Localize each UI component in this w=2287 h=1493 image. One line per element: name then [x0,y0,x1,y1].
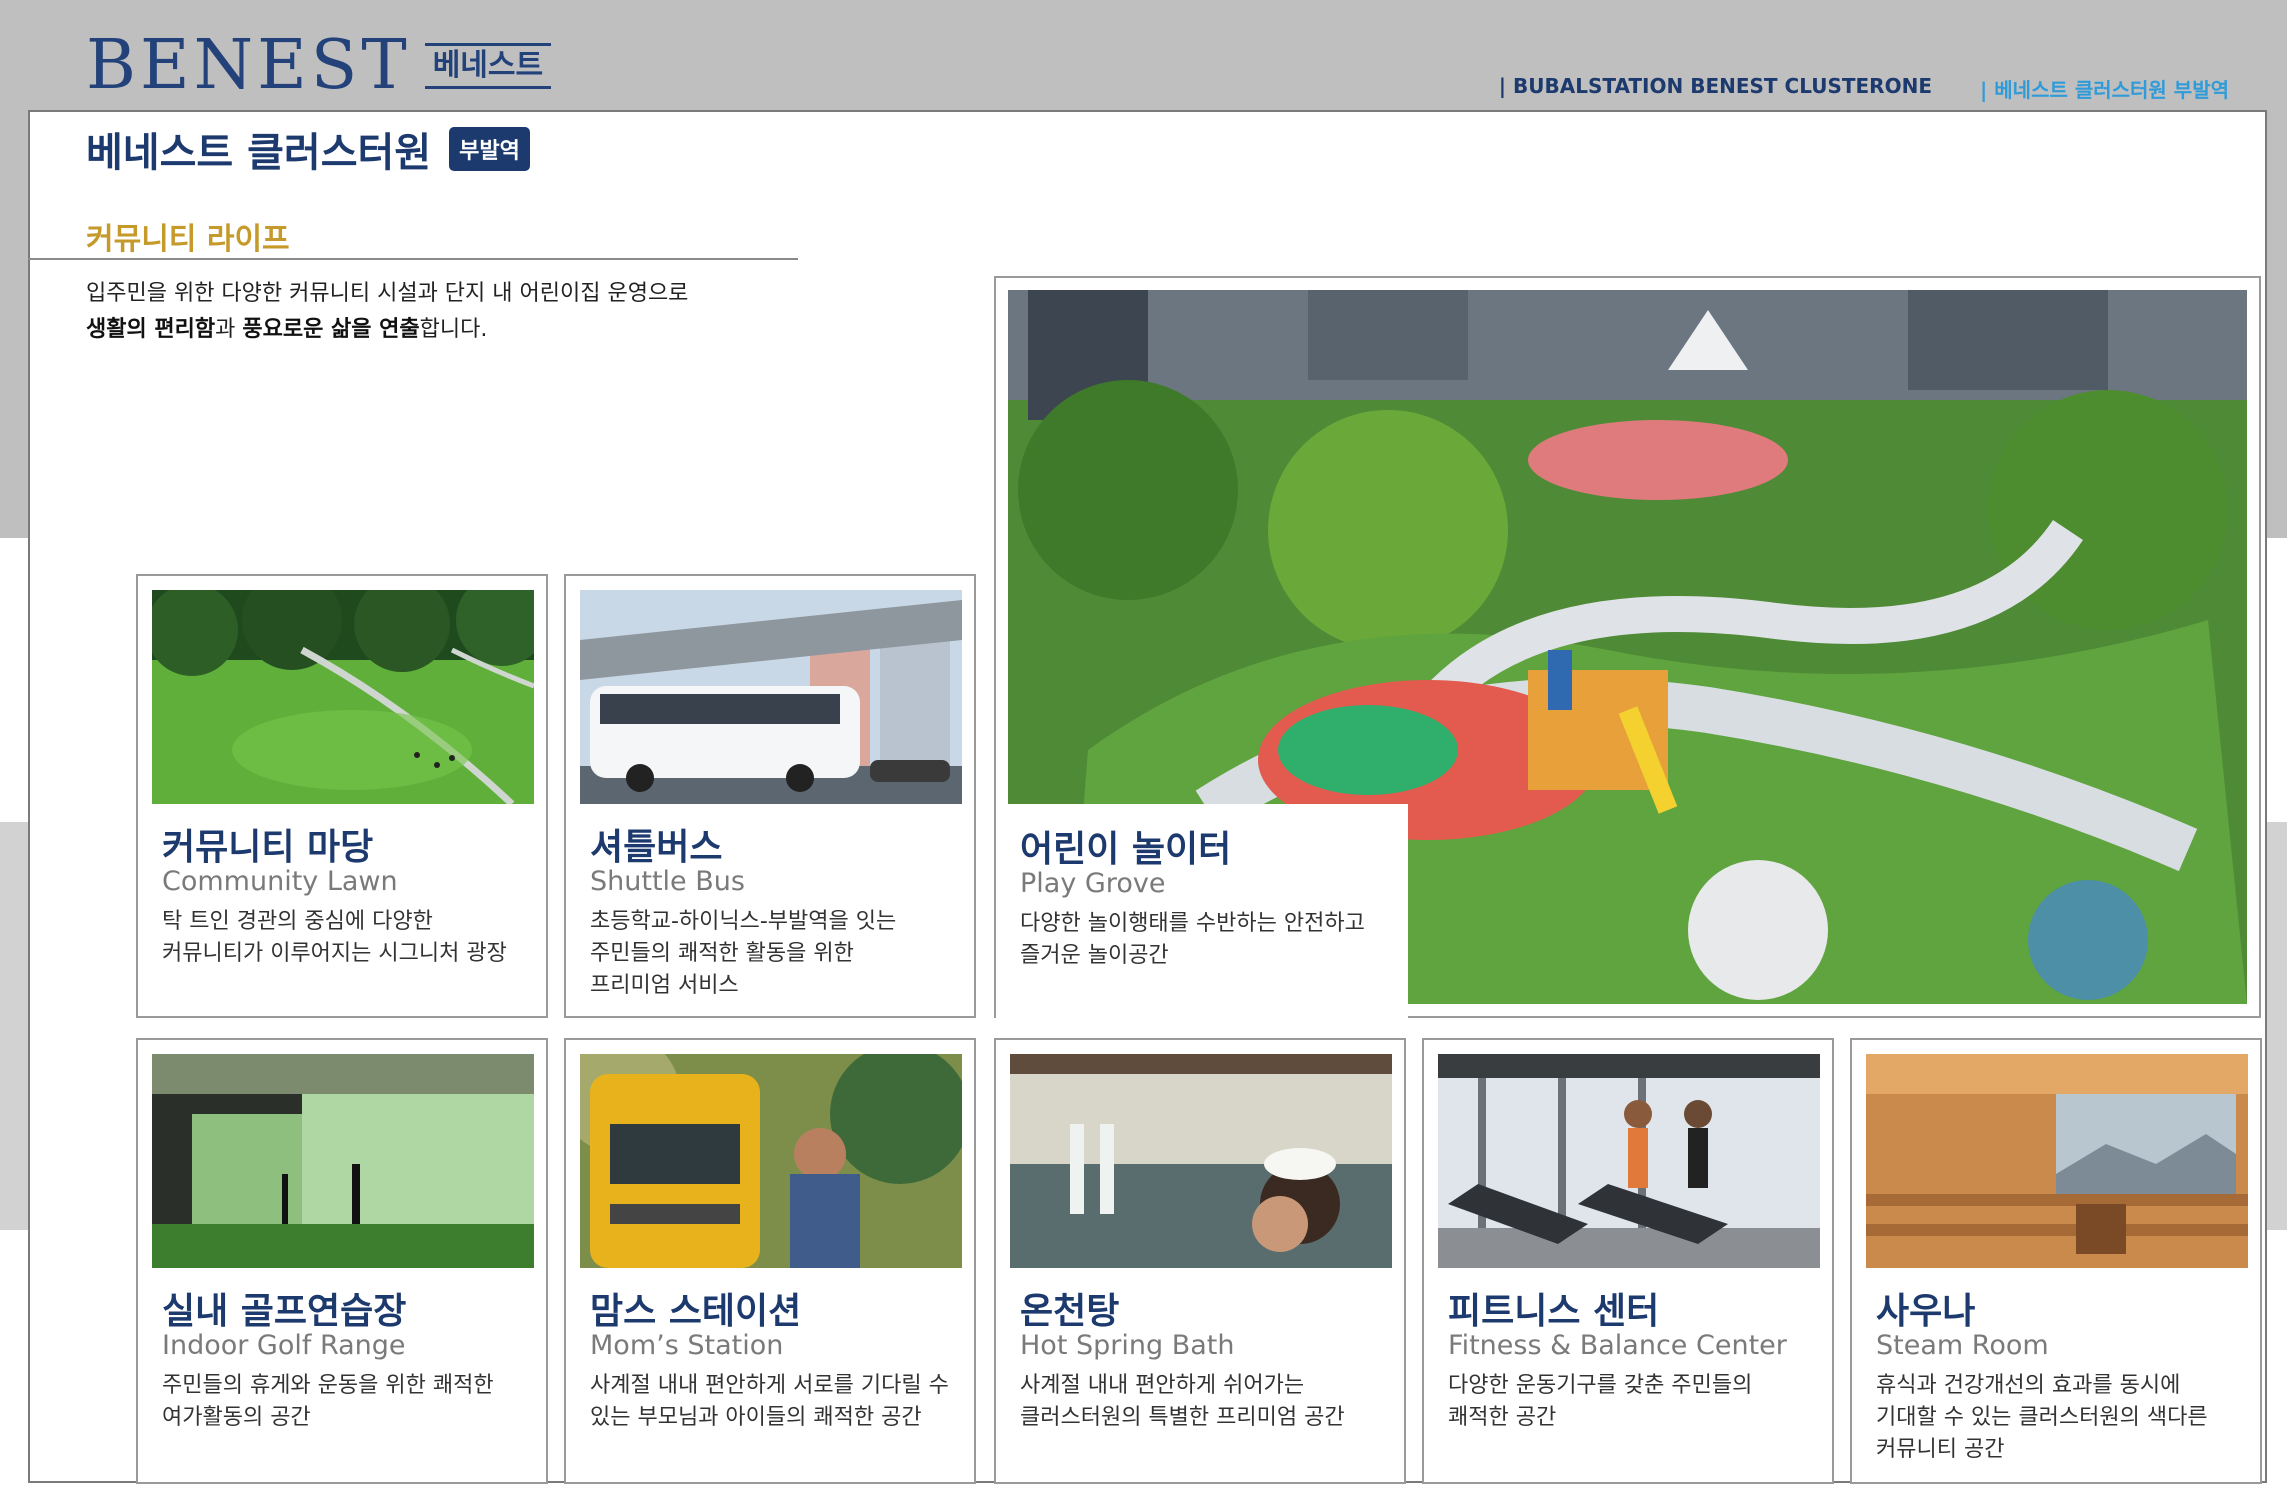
card-title-ko: 맘스 스테이션 [590,1291,802,1332]
brand-name-ko: 베네스트 [424,43,552,89]
page-title: 베네스트 클러스터원 [86,130,432,176]
project-name-ko: 베네스트 클러스터원 부발역 [1980,74,2229,103]
card-title-ko: 커뮤니티 마당 [162,827,374,868]
card-title-en: Steam Room [1876,1330,2049,1361]
card-title-ko: 실내 골프연습장 [162,1291,407,1332]
card-title-ko: 셔틀버스 [590,827,723,868]
description-line: 클러스터원의 특별한 프리미엄 공간 [1020,1405,1345,1430]
description-line: 쾌적한 공간 [1448,1405,1557,1430]
intro-line-1: 입주민을 위한 다양한 커뮤니티 시설과 단지 내 어린이집 운영으로 [86,281,689,306]
card-title-en: Fitness & Balance Center [1448,1330,1787,1361]
card-title-ko: 온천탕 [1020,1291,1120,1332]
card-title-en: Shuttle Bus [590,866,745,897]
description-line: 탁 트인 경관의 중심에 다양한 [162,909,433,934]
brand-name-en: BENEST [86,26,411,105]
page-title-row: 베네스트 클러스터원 부발역 [86,120,530,178]
section-divider [28,258,798,260]
card-description: 사계절 내내 편안하게 쉬어가는 클러스터원의 특별한 프리미엄 공간 [1020,1370,1345,1434]
card-title-ko: 어린이 놀이터 [1020,829,1232,870]
card-indoor-golf: 실내 골프연습장 Indoor Golf Range 주민들의 휴게와 운동을 … [136,1038,548,1484]
description-line: 다양한 운동기구를 갖춘 주민들의 [1448,1373,1753,1398]
card-title-en: Mom’s Station [590,1330,784,1361]
project-name-en: BUBALSTATION BENEST CLUSTERONE [1499,74,1932,103]
description-line: 사계절 내내 편안하게 쉬어가는 [1020,1373,1305,1398]
card-description: 휴식과 건강개선의 효과를 동시에 기대할 수 있는 클러스터원의 색다른 커뮤… [1876,1370,2208,1466]
card-description: 초등학교-하이닉스-부발역을 잇는 주민들의 쾌적한 활동을 위한 프리미엄 서… [590,906,896,1002]
section-title: 커뮤니티 라이프 [86,222,290,257]
card-hot-spring: 온천탕 Hot Spring Bath 사계절 내내 편안하게 쉬어가는 클러스… [994,1038,1406,1484]
description-line: 커뮤니티가 이루어지는 시그니처 광장 [162,941,507,966]
description-line: 프리미엄 서비스 [590,973,739,998]
card-fitness-center: 피트니스 센터 Fitness & Balance Center 다양한 운동기… [1422,1038,1834,1484]
station-badge: 부발역 [449,127,530,171]
card-moms-station: 맘스 스테이션 Mom’s Station 사계절 내내 편안하게 서로를 기다… [564,1038,976,1484]
intro-bold-2: 풍요로운 삶을 연출 [242,317,420,342]
description-line: 초등학교-하이닉스-부발역을 잇는 [590,909,897,934]
description-line: 사계절 내내 편안하게 서로를 기다릴 수 [590,1373,949,1398]
card-steam-room: 사우나 Steam Room 휴식과 건강개선의 효과를 동시에 기대할 수 있… [1850,1038,2262,1484]
card-description: 탁 트인 경관의 중심에 다양한 커뮤니티가 이루어지는 시그니처 광장 [162,906,507,970]
card-title-ko: 피트니스 센터 [1448,1291,1660,1332]
card-description: 주민들의 휴게와 운동을 위한 쾌적한 여가활동의 공간 [162,1370,494,1434]
intro-ending: 합니다. [419,317,488,342]
indoor-golf-photo [152,1054,534,1268]
description-line: 즐거운 놀이공간 [1020,943,1169,968]
moms-station-photo [580,1054,962,1268]
card-title-en: Hot Spring Bath [1020,1330,1235,1361]
fitness-center-photo [1438,1054,1820,1268]
description-line: 여가활동의 공간 [162,1405,311,1430]
description-line: 주민들의 휴게와 운동을 위한 쾌적한 [162,1373,494,1398]
description-line: 기대할 수 있는 클러스터원의 색다른 [1876,1405,2208,1430]
card-description: 다양한 운동기구를 갖춘 주민들의 쾌적한 공간 [1448,1370,1752,1434]
intro-line-2: 생활의 편리함과 풍요로운 삶을 연출합니다. [86,312,688,348]
card-title-ko: 사우나 [1876,1291,1976,1332]
hot-spring-photo [1010,1054,1392,1268]
community-lawn-photo [152,590,534,804]
card-title-en: Play Grove [1020,868,1166,899]
description-line: 커뮤니티 공간 [1876,1437,2005,1462]
description-line: 휴식과 건강개선의 효과를 동시에 [1876,1373,2181,1398]
card-title-en: Indoor Golf Range [162,1330,406,1361]
card-shuttle-bus: 셔틀버스 Shuttle Bus 초등학교-하이닉스-부발역을 잇는 주민들의 … [564,574,976,1018]
card-description: 다양한 놀이행태를 수반하는 안전하고 즐거운 놀이공간 [1020,908,1365,972]
card-community-lawn: 커뮤니티 마당 Community Lawn 탁 트인 경관의 중심에 다양한 … [136,574,548,1018]
description-line: 주민들의 쾌적한 활동을 위한 [590,941,854,966]
card-play-grove: 어린이 놀이터 Play Grove 다양한 놀이행태를 수반하는 안전하고 즐… [994,276,2261,1018]
steam-room-photo [1866,1054,2248,1268]
header-project-names: BUBALSTATION BENEST CLUSTERONE 베네스트 클러스터… [1499,74,2229,103]
description-line: 다양한 놀이행태를 수반하는 안전하고 [1020,911,1365,936]
card-title-en: Community Lawn [162,866,398,897]
intro-text: 입주민을 위한 다양한 커뮤니티 시설과 단지 내 어린이집 운영으로 생활의 … [86,276,688,348]
intro-bold-1: 생활의 편리함 [86,317,216,342]
intro-connector: 과 [215,317,243,342]
brand-logo: BENEST 베네스트 [86,26,552,105]
shuttle-bus-photo [580,590,962,804]
card-description: 사계절 내내 편안하게 서로를 기다릴 수 있는 부모님과 아이들의 쾌적한 공… [590,1370,949,1434]
description-line: 있는 부모님과 아이들의 쾌적한 공간 [590,1405,922,1430]
